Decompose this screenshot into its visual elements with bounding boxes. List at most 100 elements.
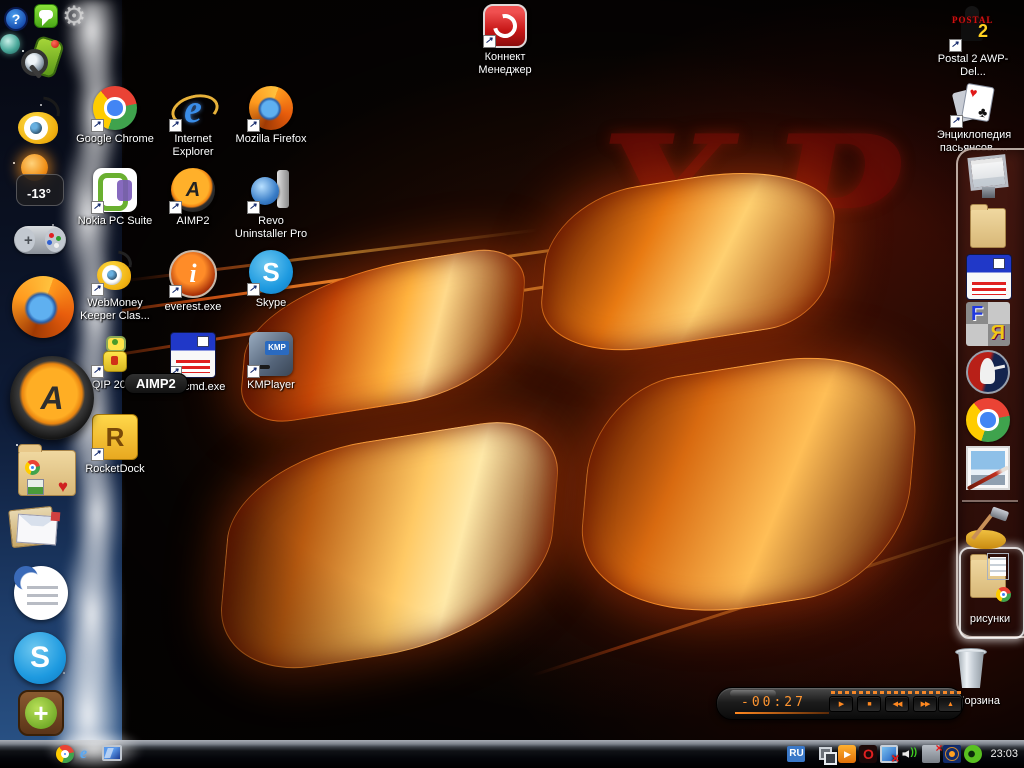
dock-skype-icon[interactable]: S	[14, 632, 66, 684]
chrome-icon	[93, 86, 137, 130]
tray-wireless-icon[interactable]	[943, 745, 961, 763]
desktop-icon-mozilla-firefox[interactable]: Mozilla Firefox	[232, 86, 310, 146]
desktop-icon-internet-explorer[interactable]: e Internet Explorer	[154, 86, 232, 159]
forward-button[interactable]: ▶▶	[913, 696, 937, 712]
desktop-icon-everest[interactable]: i everest.exe	[154, 250, 232, 314]
desktop-icon-kmplayer[interactable]: KMP KMPlayer	[232, 332, 310, 392]
icon-label: Skype	[232, 297, 310, 310]
qip-icon	[93, 332, 137, 376]
taskbar: e RU ▶ O × )) × 23:03	[0, 740, 1024, 768]
dock-gamepad-icon[interactable]: +	[14, 218, 66, 262]
aimp-icon: A	[171, 168, 215, 212]
player-spectrum	[831, 691, 961, 694]
desktop-icon-aimp2[interactable]: A AIMP2	[154, 168, 232, 228]
shortcut-arrow-icon	[247, 119, 260, 132]
shortcut-arrow-icon	[91, 201, 104, 214]
shortcut-arrow-icon	[247, 201, 260, 214]
tray-clock[interactable]: 23:03	[990, 748, 1018, 760]
sidebar-pictures-folder-icon[interactable]	[966, 556, 1010, 600]
recycle-bin-icon[interactable]	[950, 645, 994, 695]
shortcut-arrow-icon	[949, 39, 962, 52]
dock-add-icon[interactable]: +	[18, 690, 64, 736]
mini-player[interactable]: -00:27 ▶ ■ ◀◀ ▶▶ ▲	[716, 687, 964, 720]
desktop-icon-revo-uninstaller[interactable]: Revo Uninstaller Pro	[232, 168, 310, 241]
solitaire-cards-icon: ♥♣	[952, 82, 996, 126]
icon-label: RocketDock	[76, 463, 154, 476]
tray-opera-icon[interactable]: O	[859, 745, 877, 763]
player-time: -00:27	[741, 695, 806, 710]
sidebar-monitor-icon[interactable]	[966, 155, 1010, 199]
shortcut-arrow-icon	[247, 283, 260, 296]
dock-tooltip: AIMP2	[124, 373, 188, 394]
play-pause-button[interactable]: ▶	[829, 696, 853, 712]
dock-games-folder-icon[interactable]: ♥	[18, 442, 76, 498]
everest-icon: i	[169, 250, 217, 298]
tray-aimp-icon[interactable]: ▶	[838, 745, 856, 763]
eject-button[interactable]: ▲	[938, 696, 962, 712]
shortcut-arrow-icon	[483, 35, 496, 48]
dock-chat-icon[interactable]	[34, 4, 58, 28]
tray-windows-icon[interactable]	[817, 745, 835, 763]
icon-label: Коннект Менеджер	[466, 51, 544, 77]
sidebar-folder-icon[interactable]	[966, 206, 1010, 250]
quicklaunch-ie-icon[interactable]: e	[80, 745, 87, 763]
desktop-icon-connect-manager[interactable]: Коннект Менеджер	[466, 4, 544, 77]
desktop-icon-webmoney[interactable]: WebMoney Keeper Clas...	[76, 250, 154, 323]
dock-mail-icon[interactable]	[10, 504, 64, 556]
desktop-icon-rocketdock[interactable]: R RocketDock	[76, 414, 154, 476]
icon-label: KMPlayer	[232, 379, 310, 392]
total-commander-icon	[170, 332, 216, 378]
sidebar-chrome-icon[interactable]	[966, 398, 1010, 442]
shortcut-arrow-icon	[247, 365, 260, 378]
desktop-icon-skype[interactable]: S Skype	[232, 250, 310, 310]
shortcut-arrow-icon	[169, 119, 182, 132]
shortcut-arrow-icon	[169, 201, 182, 214]
dock-spy-tool-icon[interactable]	[20, 36, 64, 82]
desktop-icon-nokia-pc-suite[interactable]: Nokia PC Suite	[76, 168, 154, 228]
shortcut-arrow-icon	[91, 365, 104, 378]
shortcut-arrow-icon	[91, 283, 104, 296]
desktop-icon-google-chrome[interactable]: Google Chrome	[76, 86, 154, 146]
tray-safely-remove-icon[interactable]: ×	[922, 745, 940, 763]
sidebar-total-commander-icon[interactable]	[966, 254, 1012, 300]
dock-openoffice-icon[interactable]	[14, 566, 68, 620]
icon-label: Mozilla Firefox	[232, 133, 310, 146]
quicklaunch-chrome-icon[interactable]	[56, 745, 74, 763]
rewind-button[interactable]: ◀◀	[885, 696, 909, 712]
tray-volume-icon[interactable]: ))	[901, 745, 919, 763]
kmplayer-icon: KMP	[249, 332, 293, 376]
icon-label: Internet Explorer	[154, 133, 232, 159]
dock-help-icon[interactable]: ?	[4, 7, 28, 31]
icon-label: AIMP2	[154, 215, 232, 228]
sidebar-separator	[962, 500, 1018, 502]
shortcut-arrow-icon	[91, 448, 104, 461]
dock-firefox-icon[interactable]	[12, 276, 74, 338]
language-indicator[interactable]: RU	[787, 746, 805, 762]
dock-weather-widget[interactable]: -13°	[16, 156, 64, 206]
tray-nvidia-icon[interactable]	[964, 745, 982, 763]
desktop-icon-solitaire-encyclopedia[interactable]: ♥♣ Энциклопедия пасьянсов. ...	[924, 82, 1024, 155]
webmoney-icon	[93, 250, 137, 294]
sidebar-language-switcher-icon[interactable]: FЯ	[966, 302, 1010, 346]
internet-explorer-icon: e	[171, 86, 215, 130]
icon-label: WebMoney Keeper Clas...	[76, 297, 154, 323]
icon-label: Google Chrome	[76, 133, 154, 146]
shortcut-arrow-icon	[169, 285, 182, 298]
player-progress-bar[interactable]	[735, 712, 829, 714]
stop-button[interactable]: ■	[857, 696, 881, 712]
quicklaunch-display-icon[interactable]	[102, 745, 122, 761]
dock-orb-icon[interactable]	[0, 34, 20, 54]
revo-uninstaller-icon	[249, 168, 293, 212]
nokia-pc-suite-icon	[93, 168, 137, 212]
sidebar-hammer-icon[interactable]	[966, 508, 1010, 552]
sidebar-counter-strike-icon[interactable]	[966, 350, 1010, 394]
dock-webmoney-icon[interactable]	[16, 98, 62, 146]
sidebar-image-editor-icon[interactable]	[966, 446, 1010, 490]
tray-network-disconnected-icon[interactable]: ×	[880, 745, 898, 763]
icon-label: everest.exe	[154, 301, 232, 314]
dock-gear-icon[interactable]: ⚙	[62, 3, 86, 30]
desktop-icon-postal2[interactable]: POSTAL 2 Postal 2 AWP-Del...	[934, 6, 1012, 79]
mini-picture-icon	[27, 479, 44, 495]
mini-heart-icon: ♥	[58, 477, 68, 497]
dock-aimp-icon[interactable]: A	[10, 356, 94, 440]
